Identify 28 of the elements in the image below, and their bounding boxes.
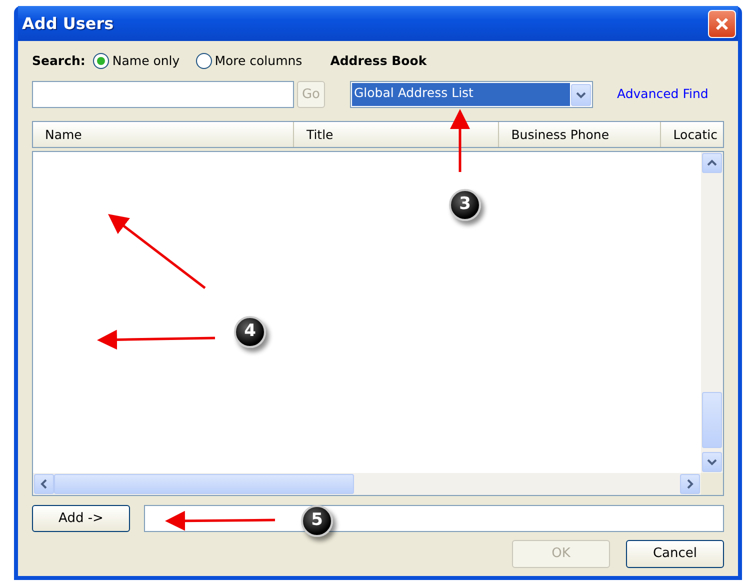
add-button[interactable]: Add -> bbox=[32, 505, 130, 532]
address-book-label: Address Book bbox=[330, 52, 427, 70]
window-title: Add Users bbox=[22, 12, 114, 34]
column-header[interactable]: Name bbox=[33, 122, 294, 147]
vertical-scrollbar[interactable] bbox=[701, 152, 723, 473]
close-button[interactable] bbox=[708, 10, 736, 38]
advanced-find-link[interactable]: Advanced Find bbox=[617, 85, 708, 104]
search-option-radio[interactable]: Name only bbox=[93, 52, 180, 70]
scroll-right-button[interactable] bbox=[680, 474, 700, 494]
scroll-down-button[interactable] bbox=[702, 452, 722, 472]
scroll-up-button[interactable] bbox=[702, 153, 722, 173]
callout-arrow bbox=[450, 109, 470, 172]
search-field[interactable] bbox=[32, 81, 294, 108]
column-header[interactable]: Title bbox=[294, 122, 500, 147]
address-book-dropdown[interactable]: Global Address List bbox=[350, 81, 593, 108]
dropdown-caret-icon bbox=[576, 90, 586, 98]
scroll-thumb[interactable] bbox=[54, 474, 354, 494]
recipients-field[interactable] bbox=[144, 505, 724, 532]
search-label: Search: bbox=[32, 52, 86, 70]
scroll-left-button[interactable] bbox=[34, 474, 54, 494]
close-icon bbox=[714, 16, 730, 32]
scrollbar-corner bbox=[701, 473, 723, 495]
column-header[interactable]: Locatic bbox=[661, 122, 723, 147]
search-option-radio[interactable]: More columns bbox=[196, 52, 302, 70]
scroll-thumb[interactable] bbox=[702, 392, 722, 448]
horizontal-scrollbar[interactable] bbox=[33, 473, 701, 495]
cancel-button[interactable]: Cancel bbox=[626, 540, 724, 568]
column-header[interactable]: Business Phone bbox=[499, 122, 662, 147]
